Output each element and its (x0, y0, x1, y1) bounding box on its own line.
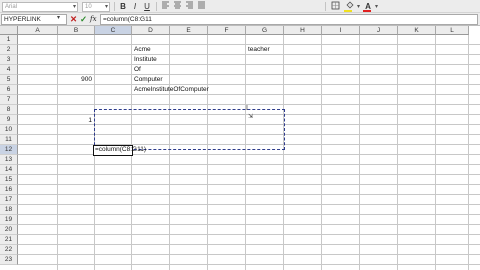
row-header-21[interactable]: 21 (0, 235, 18, 245)
spreadsheet-grid[interactable]: A B C D E F G H I J K L 1 2 3 4 5 6 7 8 … (0, 26, 480, 270)
cell-c12[interactable]: =column(C8:G11) (95, 145, 146, 155)
cell-d3[interactable]: Institute (134, 55, 157, 65)
column-header-g[interactable]: G (246, 26, 284, 35)
chevron-down-icon[interactable]: ▾ (357, 2, 360, 12)
row-header-13[interactable]: 13 (0, 155, 18, 165)
formula-input[interactable]: =column(C8:G11 (100, 14, 478, 25)
chevron-down-icon[interactable]: ▾ (57, 14, 60, 23)
cell-b5[interactable]: 900 (58, 75, 92, 85)
italic-button[interactable]: I (130, 1, 140, 12)
row-header-17[interactable]: 17 (0, 195, 18, 205)
font-color-swatch (363, 10, 371, 12)
chevron-down-icon[interactable]: ▾ (105, 2, 108, 12)
row-header-11[interactable]: 11 (0, 135, 18, 145)
column-header-l[interactable]: L (436, 26, 469, 35)
column-header-b[interactable]: B (58, 26, 95, 35)
row-header-20[interactable]: 20 (0, 225, 18, 235)
column-header-f[interactable]: F (208, 26, 246, 35)
row-header-15[interactable]: 15 (0, 175, 18, 185)
row-header-3[interactable]: 3 (0, 55, 18, 65)
row-header-23[interactable]: 23 (0, 255, 18, 265)
column-header-c[interactable]: C (95, 26, 132, 35)
underline-button[interactable]: U (142, 1, 152, 12)
borders-icon[interactable] (330, 1, 340, 12)
row-header-12[interactable]: 12 (0, 145, 18, 155)
row-header-5[interactable]: 5 (0, 75, 18, 85)
bold-button[interactable]: B (118, 1, 128, 12)
cell-d6[interactable]: AcmeInstituteOfComputer (134, 85, 209, 95)
fill-color-icon[interactable] (343, 1, 357, 12)
column-header-i[interactable]: I (322, 26, 360, 35)
column-header-d[interactable]: D (132, 26, 170, 35)
row-header-2[interactable]: 2 (0, 45, 18, 55)
align-left-icon[interactable] (160, 1, 170, 12)
row-header-14[interactable]: 14 (0, 165, 18, 175)
cell-g2[interactable]: teacher (248, 45, 270, 55)
cell-d2[interactable]: Acme (134, 45, 151, 55)
font-name-select[interactable]: Arial (2, 2, 78, 12)
cancel-icon[interactable]: ✕ (70, 14, 77, 25)
row-header-7[interactable]: 7 (0, 95, 18, 105)
row-header-6[interactable]: 6 (0, 85, 18, 95)
align-center-icon[interactable] (172, 1, 182, 12)
row-header-9[interactable]: 9 (0, 115, 18, 125)
function-wizard-icon[interactable]: fx (90, 14, 97, 25)
font-color-icon[interactable]: A (362, 1, 374, 12)
row-header-22[interactable]: 22 (0, 245, 18, 255)
chevron-down-icon[interactable]: ▾ (73, 2, 76, 12)
column-header-j[interactable]: J (360, 26, 398, 35)
row-header-16[interactable]: 16 (0, 185, 18, 195)
chevron-down-icon[interactable]: ▾ (375, 2, 378, 12)
column-header-e[interactable]: E (170, 26, 208, 35)
row-header-8[interactable]: 8 (0, 105, 18, 115)
select-all-corner[interactable] (0, 26, 18, 35)
column-header-h[interactable]: H (284, 26, 322, 35)
accept-icon[interactable]: ✓ (80, 14, 87, 25)
move-cursor-icon: ⇲ (248, 114, 254, 120)
row-header-10[interactable]: 10 (0, 125, 18, 135)
cell-b9[interactable]: 1 (58, 116, 92, 126)
range-selection-marquee (94, 109, 285, 150)
row-header-18[interactable]: 18 (0, 205, 18, 215)
cell-d4[interactable]: Of (134, 65, 141, 75)
column-header-a[interactable]: A (18, 26, 58, 35)
formula-bar: HYPERLINK ▾ ✕ ✓ fx =column(C8:G11 (0, 13, 480, 26)
column-header-k[interactable]: K (398, 26, 436, 35)
highlight-color-swatch (344, 10, 352, 12)
formatting-toolbar: Arial ▾ 10 ▾ B I U ▾ A ▾ (0, 0, 480, 13)
row-header-19[interactable]: 19 (0, 215, 18, 225)
align-right-icon[interactable] (184, 1, 194, 12)
justify-icon[interactable] (196, 1, 206, 12)
cell-d5[interactable]: Computer (134, 75, 163, 85)
row-header-4[interactable]: 4 (0, 65, 18, 75)
i-beam-cursor-icon: I (246, 105, 248, 112)
row-header-1[interactable]: 1 (0, 35, 18, 45)
